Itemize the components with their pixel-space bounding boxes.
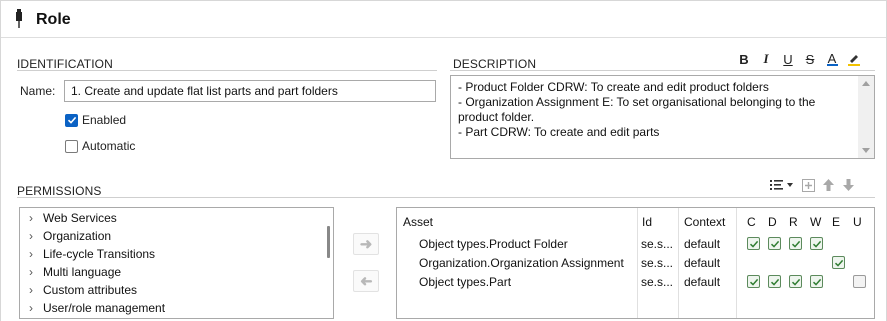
column-header-context[interactable]: Context [684, 215, 725, 229]
tree-item-multi-language[interactable]: › Multi language [29, 265, 121, 279]
column-header-e[interactable]: E [832, 215, 840, 229]
permission-e-checkbox[interactable] [832, 256, 845, 269]
description-text: - Product Folder CDRW: To create and edi… [458, 80, 816, 139]
rich-text-toolbar: B I U S A [734, 50, 864, 68]
permission-u-checkbox[interactable] [853, 275, 866, 288]
tree-item-lifecycle-transitions[interactable]: › Life-cycle Transitions [29, 247, 155, 261]
enabled-checkbox-row[interactable]: Enabled [65, 113, 126, 127]
checkmark-icon [749, 278, 758, 286]
grid-cell-context[interactable]: default [684, 256, 720, 270]
automatic-checkbox-row[interactable]: Automatic [65, 139, 135, 153]
underline-icon[interactable]: U [778, 50, 798, 68]
description-textarea[interactable]: - Product Folder CDRW: To create and edi… [450, 75, 875, 159]
description-section-label: DESCRIPTION [453, 57, 537, 71]
identification-divider [17, 70, 437, 71]
permissions-toolbar [769, 177, 855, 193]
sort-list-icon[interactable] [769, 177, 795, 193]
permission-tree[interactable]: › Web Services › Organization › Life-cycle … [19, 207, 334, 319]
chevron-right-icon[interactable]: › [29, 265, 43, 279]
chevron-right-icon[interactable]: › [29, 283, 43, 297]
header-bar [1, 0, 886, 38]
checkmark-icon [67, 116, 76, 124]
column-header-w[interactable]: W [810, 215, 821, 229]
chevron-right-icon[interactable]: › [29, 211, 43, 225]
checkmark-icon [791, 278, 800, 286]
grid-cell-id[interactable]: se.s... [641, 275, 673, 289]
grid-cell-id[interactable]: se.s... [641, 256, 673, 270]
arrow-right-icon: ➜ [359, 236, 373, 253]
chevron-right-icon[interactable]: › [29, 229, 43, 243]
strikethrough-icon[interactable]: S [800, 50, 820, 68]
description-divider [450, 70, 875, 71]
tree-item-user-role-management[interactable]: › User/role management [29, 301, 165, 315]
scroll-down-icon[interactable] [862, 148, 870, 153]
permissions-grid[interactable]: Asset Id Context C D R W E U Object type… [396, 207, 875, 319]
tree-scrollbar-thumb[interactable] [327, 226, 330, 258]
permission-w-checkbox[interactable] [810, 275, 823, 288]
checkmark-icon [791, 240, 800, 248]
column-header-c[interactable]: C [747, 215, 756, 229]
add-permission-button[interactable]: ➜ [353, 233, 379, 255]
permission-d-checkbox[interactable] [768, 237, 781, 250]
tree-item-organization[interactable]: › Organization [29, 229, 111, 243]
permission-d-checkbox[interactable] [768, 275, 781, 288]
permission-c-checkbox[interactable] [747, 237, 760, 250]
checkmark-icon [812, 278, 821, 286]
arrow-left-icon: ➜ [359, 273, 373, 290]
remove-permission-button[interactable]: ➜ [353, 270, 379, 292]
name-field[interactable]: 1. Create and update flat list parts and… [64, 80, 436, 102]
chevron-right-icon[interactable]: › [29, 301, 43, 315]
description-scrollbar[interactable] [858, 76, 874, 158]
column-header-u[interactable]: U [853, 215, 862, 229]
column-divider [736, 208, 737, 318]
grid-cell-asset[interactable]: Object types.Part [419, 275, 511, 289]
enabled-checkbox[interactable] [65, 113, 78, 127]
column-divider [678, 208, 679, 318]
name-label: Name: [20, 84, 56, 98]
permissions-divider [17, 197, 875, 198]
checkmark-icon [770, 278, 779, 286]
column-header-asset[interactable]: Asset [403, 215, 433, 229]
font-color-icon[interactable]: A [822, 50, 842, 68]
checkmark-icon [749, 240, 758, 248]
automatic-checkbox[interactable] [65, 139, 78, 153]
permission-c-checkbox[interactable] [747, 275, 760, 288]
grid-cell-asset[interactable]: Organization.Organization Assignment [419, 256, 624, 270]
permission-r-checkbox[interactable] [789, 237, 802, 250]
tree-item-custom-attributes[interactable]: › Custom attributes [29, 283, 137, 297]
add-icon[interactable] [801, 177, 815, 193]
checkmark-icon [834, 259, 843, 267]
automatic-label: Automatic [82, 139, 136, 153]
grid-cell-id[interactable]: se.s... [641, 237, 673, 251]
grid-cell-context[interactable]: default [684, 237, 720, 251]
tree-item-web-services[interactable]: › Web Services [29, 211, 117, 225]
enabled-label: Enabled [82, 113, 127, 127]
pin-icon [16, 9, 22, 28]
grid-cell-asset[interactable]: Object types.Product Folder [419, 237, 568, 251]
column-header-r[interactable]: R [789, 215, 798, 229]
column-divider [637, 208, 638, 318]
scroll-up-icon[interactable] [862, 81, 870, 86]
move-down-icon[interactable] [841, 177, 855, 193]
checkmark-icon [812, 240, 821, 248]
column-header-d[interactable]: D [768, 215, 777, 229]
move-up-icon[interactable] [821, 177, 835, 193]
permission-w-checkbox[interactable] [810, 237, 823, 250]
highlight-icon[interactable] [844, 50, 864, 68]
grid-cell-context[interactable]: default [684, 275, 720, 289]
permission-r-checkbox[interactable] [789, 275, 802, 288]
italic-icon[interactable]: I [756, 50, 776, 68]
permissions-section-label: PERMISSIONS [17, 184, 102, 198]
page-title: Role [36, 11, 71, 28]
identification-section-label: IDENTIFICATION [17, 57, 113, 71]
bold-icon[interactable]: B [734, 50, 754, 68]
column-header-id[interactable]: Id [642, 215, 652, 229]
checkmark-icon [770, 240, 779, 248]
chevron-right-icon[interactable]: › [29, 247, 43, 261]
